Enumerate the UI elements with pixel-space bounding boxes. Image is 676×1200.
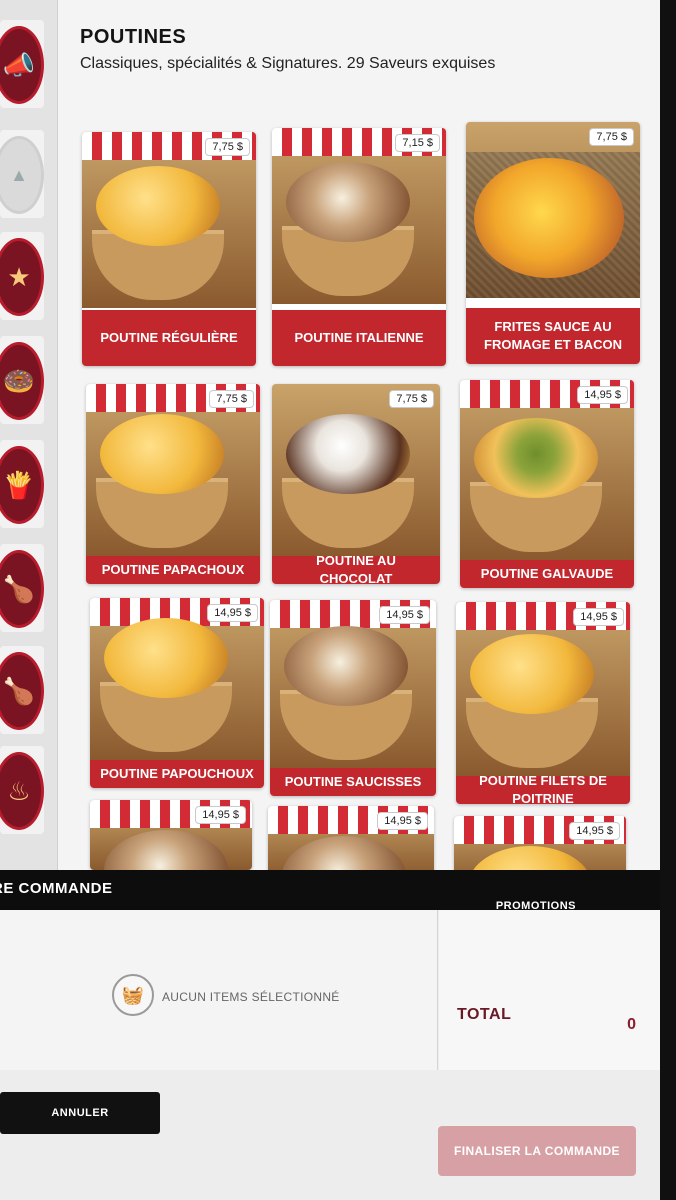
product-card[interactable]: 14,95 $ <box>268 806 434 876</box>
product-card-poutine-italienne[interactable]: 7,15 $ POUTINE ITALIENNE <box>272 128 446 366</box>
basket-icon: 🧺 <box>112 974 154 1016</box>
order-summary: 🧺 AUCUN ITEMS SÉLECTIONNÉ TOTAL 0 ANNULE… <box>0 910 676 1200</box>
product-photo <box>82 132 256 308</box>
category-subtitle: Classiques, spécialités & Signatures. 29… <box>80 55 496 72</box>
price-badge: 7,15 $ <box>395 134 440 152</box>
product-photo <box>272 384 440 556</box>
cancel-button[interactable]: ANNULER <box>0 1092 160 1134</box>
product-name: FRITES SAUCE AU FROMAGE ET BACON <box>466 308 640 364</box>
price-badge: 7,75 $ <box>209 390 254 408</box>
product-card-poutine-saucisses[interactable]: 14,95 $ POUTINE SAUCISSES <box>270 600 436 796</box>
kiosk-screen: 📣 ▲ ★ 🍩 🍟 🍗 🍗 ♨ POUTINES Classiques, spé… <box>0 0 676 1200</box>
product-photo <box>456 602 630 776</box>
image-placeholder-icon: ▲ <box>10 165 28 185</box>
price-badge: 14,95 $ <box>573 608 624 626</box>
price-badge: 7,75 $ <box>389 390 434 408</box>
star-icon: ★ <box>7 262 31 292</box>
megaphone-icon: 📣 <box>2 50 36 80</box>
ribs-icon: ♨ <box>7 776 31 806</box>
category-promotions[interactable]: 📣 <box>0 20 48 108</box>
product-panel: POUTINES Classiques, spécialités & Signa… <box>58 0 676 886</box>
order-header: RE COMMANDE PROMOTIONS <box>0 870 676 912</box>
product-photo <box>270 600 436 768</box>
product-photo <box>86 384 260 556</box>
product-card-poutine-filets-de-poitrine[interactable]: 14,95 $ POUTINE FILETS DE POITRINE <box>456 602 630 804</box>
price-badge: 7,75 $ <box>589 128 634 146</box>
price-badge: 14,95 $ <box>569 822 620 840</box>
order-items-panel: 🧺 AUCUN ITEMS SÉLECTIONNÉ <box>0 910 438 1070</box>
product-photo <box>90 598 264 760</box>
price-badge: 14,95 $ <box>195 806 246 824</box>
total-label: TOTAL <box>457 1006 512 1023</box>
product-photo <box>272 128 446 304</box>
price-badge: 14,95 $ <box>207 604 258 622</box>
product-card-poutine-papachoux[interactable]: 7,75 $ POUTINE PAPACHOUX <box>86 384 260 584</box>
price-badge: 7,75 $ <box>205 138 250 156</box>
price-badge: 14,95 $ <box>377 812 428 830</box>
product-name: POUTINE SAUCISSES <box>270 768 436 796</box>
product-name: POUTINE GALVAUDE <box>460 560 634 588</box>
order-title: RE COMMANDE <box>0 880 113 897</box>
product-card[interactable]: 14,95 $ <box>90 800 252 870</box>
product-name: POUTINE PAPOUCHOUX <box>90 760 264 788</box>
product-card-poutine-galvaude[interactable]: 14,95 $ POUTINE GALVAUDE <box>460 380 634 588</box>
screen-bezel <box>660 0 676 1200</box>
product-card-frites-fromage-bacon[interactable]: 7,75 $ FRITES SAUCE AU FROMAGE ET BACON <box>466 122 640 364</box>
category-desserts-drinks[interactable]: 🍩 <box>0 336 48 424</box>
category-placeholder[interactable]: ▲ <box>0 130 48 218</box>
product-name: POUTINE FILETS DE POITRINE <box>456 773 630 804</box>
category-rail: 📣 ▲ ★ 🍩 🍟 🍗 🍗 ♨ <box>0 0 58 870</box>
total-value: 0 <box>627 1016 636 1033</box>
product-photo <box>466 122 640 298</box>
fries-drink-icon: 🍟 <box>2 470 36 500</box>
product-card-poutine-papouchoux[interactable]: 14,95 $ POUTINE PAPOUCHOUX <box>90 598 264 788</box>
price-badge: 14,95 $ <box>577 386 628 404</box>
finalize-order-button[interactable]: FINALISER LA COMMANDE <box>438 1126 636 1176</box>
category-combos[interactable]: 🍟 <box>0 440 48 528</box>
drink-donut-icon: 🍩 <box>2 366 36 396</box>
category-buckets[interactable]: 🍗 <box>0 544 48 632</box>
price-badge: 14,95 $ <box>379 606 430 624</box>
product-name: POUTINE PAPACHOUX <box>86 556 260 584</box>
product-name: POUTINE RÉGULIÈRE <box>82 310 256 366</box>
chicken-bucket-icon: 🍗 <box>2 574 36 604</box>
product-name: POUTINE ITALIENNE <box>272 310 446 366</box>
empty-order-text: AUCUN ITEMS SÉLECTIONNÉ <box>162 990 340 1004</box>
category-title: POUTINES <box>80 26 187 48</box>
product-card-poutine-reguliere[interactable]: 7,75 $ POUTINE RÉGULIÈRE <box>82 132 256 366</box>
product-photo <box>460 380 634 560</box>
order-total-panel: TOTAL 0 <box>439 910 676 1070</box>
product-card-poutine-au-chocolat[interactable]: 7,75 $ POUTINE AU CHOCOLAT <box>272 384 440 584</box>
category-favorites[interactable]: ★ <box>0 232 48 320</box>
category-chicken[interactable]: 🍗 <box>0 646 48 734</box>
roast-chicken-icon: 🍗 <box>2 676 36 706</box>
product-name: POUTINE AU CHOCOLAT <box>272 553 440 584</box>
category-ribs[interactable]: ♨ <box>0 746 48 834</box>
